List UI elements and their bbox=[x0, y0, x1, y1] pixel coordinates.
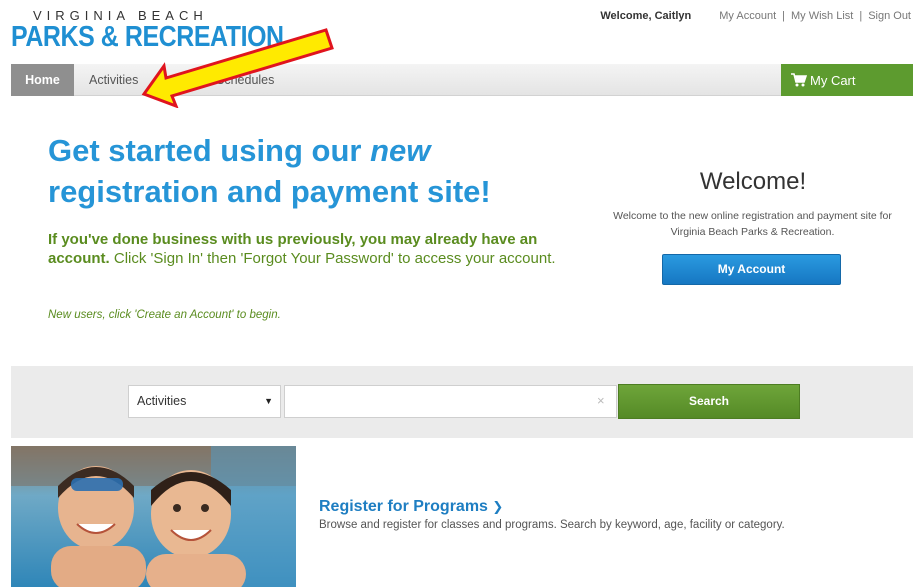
caret-down-icon: ▼ bbox=[264, 396, 273, 406]
welcome-user: Welcome, Caitlyn bbox=[600, 10, 692, 22]
hero-heading-part: Get started using our bbox=[48, 133, 371, 168]
tab-activities[interactable]: Activities bbox=[89, 64, 138, 96]
welcome-heading: Welcome! bbox=[699, 168, 807, 195]
link-separator: | bbox=[782, 10, 785, 22]
my-wish-list-link[interactable]: My Wish List bbox=[791, 10, 853, 22]
my-cart-label: My Cart bbox=[810, 72, 856, 88]
returning-users-note: If you've done business with us previous… bbox=[48, 230, 568, 268]
my-account-button[interactable]: My Account bbox=[662, 254, 841, 285]
sign-out-link[interactable]: Sign Out bbox=[868, 10, 911, 22]
category-select[interactable]: Activities ▼ bbox=[128, 385, 281, 418]
program-photo[interactable] bbox=[11, 446, 296, 587]
new-users-note: New users, click 'Create an Account' to … bbox=[48, 309, 281, 321]
my-account-link[interactable]: My Account bbox=[719, 10, 776, 22]
account-links: Welcome, Caitlyn My Account | My Wish Li… bbox=[600, 10, 911, 22]
hero-heading-emphasis: new bbox=[370, 133, 431, 168]
my-cart-button[interactable]: My Cart bbox=[781, 64, 913, 96]
hero-heading: Get started using our new registration a… bbox=[48, 130, 568, 212]
clear-icon[interactable]: × bbox=[597, 393, 605, 408]
hero-heading-line2: registration and payment site! bbox=[48, 174, 491, 209]
register-programs-link[interactable]: Register for Programs ❯ bbox=[319, 498, 503, 516]
link-separator: | bbox=[859, 10, 863, 22]
register-programs-description: Browse and register for classes and prog… bbox=[319, 519, 785, 531]
search-button[interactable]: Search bbox=[618, 384, 800, 419]
register-programs-title: Register for Programs bbox=[319, 498, 488, 515]
annotation-arrow bbox=[141, 28, 334, 108]
chevron-right-icon: ❯ bbox=[492, 499, 504, 514]
returning-users-instructions: Click 'Sign In' then 'Forgot Your Passwo… bbox=[109, 250, 556, 267]
welcome-text: Welcome to the new online registration a… bbox=[613, 210, 892, 238]
cart-icon bbox=[791, 73, 807, 87]
tab-home[interactable]: Home bbox=[11, 64, 74, 96]
search-input[interactable] bbox=[284, 385, 617, 418]
program-photo-image bbox=[11, 446, 296, 587]
category-selected-value: Activities bbox=[137, 394, 187, 408]
